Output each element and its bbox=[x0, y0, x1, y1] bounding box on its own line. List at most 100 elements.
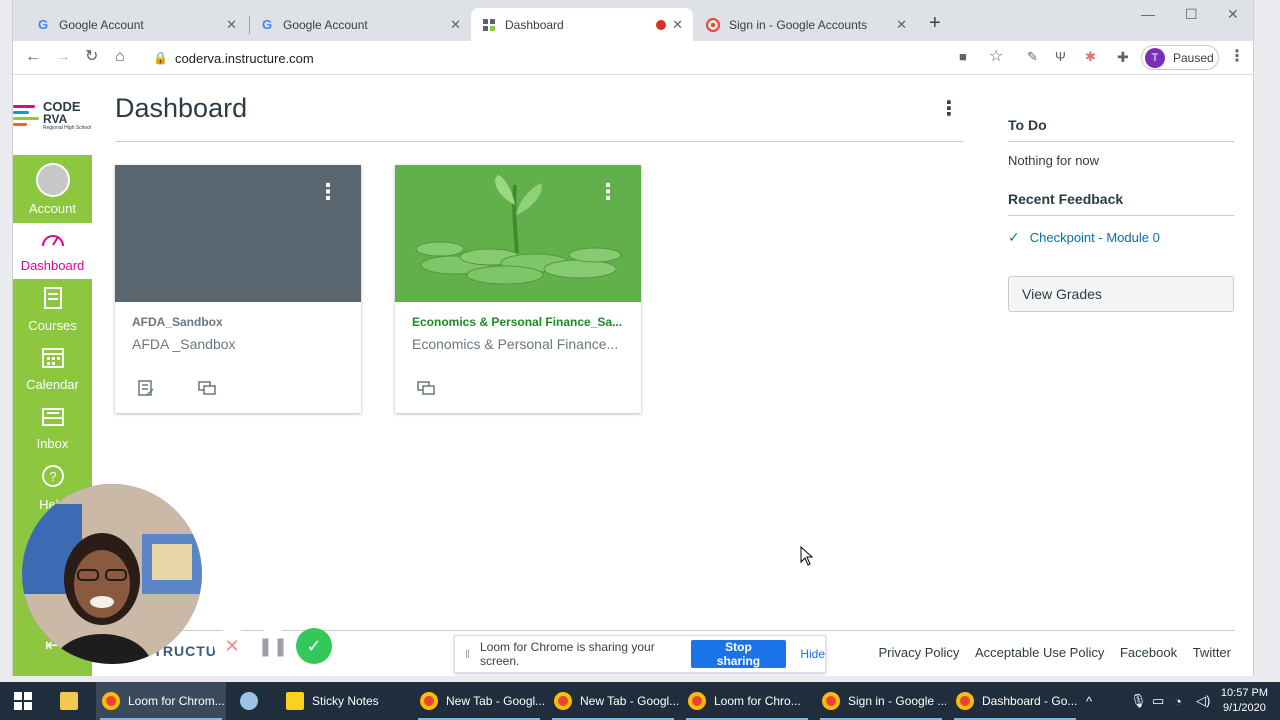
nav-item-courses[interactable]: Courses bbox=[13, 283, 92, 339]
tab-dashboard[interactable]: Dashboard ✕ bbox=[471, 8, 693, 41]
discussions-icon[interactable] bbox=[417, 379, 435, 401]
avatar-icon bbox=[35, 163, 70, 197]
card-subtitle: Economics & Personal Finance... bbox=[412, 336, 619, 352]
tab-strip: G Google Account ✕ G Google Account ✕ Da… bbox=[13, 0, 1253, 41]
browser-menu-icon[interactable]: ⋮ bbox=[1229, 48, 1245, 66]
logo-text-school: Regional High School bbox=[43, 125, 92, 131]
taskbar-app-icon[interactable] bbox=[234, 682, 270, 720]
close-icon[interactable]: ✕ bbox=[450, 17, 461, 33]
acceptable-use-link[interactable]: Acceptable Use Policy bbox=[975, 645, 1104, 660]
nav-label: Calendar bbox=[26, 377, 79, 392]
taskbar-sign-in[interactable]: Sign in - Google ... bbox=[816, 682, 946, 720]
loom-finish-button[interactable]: ✓ bbox=[296, 628, 332, 664]
card-hero[interactable]: ⋮ bbox=[395, 165, 641, 302]
webcam-feed-image bbox=[22, 484, 202, 664]
coderva-logo[interactable]: CODE RVA Regional High School bbox=[13, 75, 92, 155]
volume-icon[interactable]: ◁) bbox=[1196, 682, 1210, 720]
extensions-puzzle-icon[interactable]: ✚ bbox=[1117, 48, 1129, 66]
tray-chevron-icon[interactable]: ^ bbox=[1086, 682, 1092, 720]
nav-item-dashboard[interactable]: Dashboard bbox=[13, 223, 92, 279]
camera-icon[interactable]: ■ bbox=[959, 48, 967, 66]
loom-camera-bubble[interactable] bbox=[22, 484, 202, 664]
todo-empty-text: Nothing for now bbox=[1008, 153, 1100, 168]
card-options-icon[interactable]: ⋮ bbox=[317, 181, 339, 203]
back-icon[interactable]: ← bbox=[25, 48, 41, 66]
card-options-icon[interactable]: ⋮ bbox=[597, 181, 619, 203]
tab-google-account-2[interactable]: G Google Account ✕ bbox=[249, 8, 471, 41]
close-icon[interactable]: ✕ bbox=[896, 17, 907, 33]
nav-item-inbox[interactable]: Inbox bbox=[13, 401, 92, 457]
loom-extension-icon[interactable]: ✱ bbox=[1085, 48, 1096, 66]
feedback-divider bbox=[1008, 215, 1234, 216]
tab-google-account-1[interactable]: G Google Account ✕ bbox=[25, 8, 247, 41]
nav-item-account[interactable]: Account bbox=[13, 161, 92, 219]
card-subtitle: AFDA _Sandbox bbox=[132, 336, 236, 352]
tab-sign-in[interactable]: Sign in - Google Accounts ✕ bbox=[695, 8, 917, 41]
twitter-link[interactable]: Twitter bbox=[1193, 645, 1231, 660]
nav-item-calendar[interactable]: Calendar bbox=[13, 342, 92, 398]
card-title[interactable]: Economics & Personal Finance_Sa... bbox=[412, 315, 624, 329]
clock-date: 9/1/2020 bbox=[1223, 702, 1266, 714]
maximize-icon[interactable]: ☐ bbox=[1185, 6, 1198, 23]
wifi-icon[interactable]: ◔ bbox=[1174, 682, 1182, 720]
discussions-icon[interactable] bbox=[198, 379, 216, 401]
chrome-icon bbox=[554, 692, 572, 710]
system-clock[interactable]: 10:57 PM 9/1/2020 bbox=[1221, 686, 1268, 716]
share-message: Loom for Chrome is sharing your screen. bbox=[479, 640, 655, 668]
feedback-item-link[interactable]: ✓ Checkpoint - Module 0 bbox=[1008, 229, 1160, 246]
windows-start-icon[interactable] bbox=[14, 692, 32, 710]
profile-button[interactable]: T Paused bbox=[1141, 45, 1219, 70]
logo-text-rva: RVA bbox=[43, 112, 68, 126]
card-hero[interactable]: ⋮ bbox=[115, 165, 361, 302]
taskbar-loom-chrome-2[interactable]: Loom for Chro... bbox=[682, 682, 812, 720]
taskbar-sticky-notes[interactable]: Sticky Notes bbox=[280, 682, 406, 720]
home-icon[interactable]: ⌂ bbox=[115, 48, 125, 66]
feedback-heading: Recent Feedback bbox=[1008, 191, 1124, 207]
taskbar-new-tab-2[interactable]: New Tab - Googl... bbox=[548, 682, 678, 720]
taskbar-loom-chrome[interactable]: Loom for Chrom... bbox=[96, 682, 226, 720]
mouse-cursor-icon bbox=[800, 545, 814, 571]
new-tab-icon[interactable]: + bbox=[929, 13, 941, 33]
extension-antenna-icon[interactable]: Ψ bbox=[1055, 48, 1066, 66]
drag-handle-icon[interactable]: ‖ bbox=[465, 647, 470, 661]
courses-icon bbox=[13, 287, 92, 316]
close-icon[interactable]: ✕ bbox=[226, 17, 237, 33]
close-icon[interactable]: ✕ bbox=[672, 17, 683, 33]
lock-icon: 🔒 bbox=[153, 51, 168, 65]
forward-icon[interactable]: → bbox=[55, 48, 71, 66]
loom-cancel-button[interactable]: ✕ bbox=[214, 628, 250, 664]
taskbar-label: Sticky Notes bbox=[312, 694, 379, 708]
loom-more-icon[interactable]: ··· bbox=[186, 636, 200, 652]
checkmark-icon: ✓ bbox=[1008, 229, 1020, 245]
recording-dot-icon bbox=[656, 19, 667, 30]
minimize-icon[interactable]: — bbox=[1141, 6, 1155, 22]
assignments-icon[interactable] bbox=[137, 379, 155, 401]
facebook-link[interactable]: Facebook bbox=[1120, 645, 1177, 660]
taskbar-new-tab-1[interactable]: New Tab - Googl... bbox=[414, 682, 544, 720]
taskbar-dashboard[interactable]: Dashboard - Go... bbox=[950, 682, 1080, 720]
battery-icon[interactable]: ▭ bbox=[1152, 682, 1164, 720]
course-card-economics[interactable]: ⋮ Economics & Personal Finance_Sa... Eco… bbox=[395, 165, 641, 413]
window-close-icon[interactable]: ✕ bbox=[1227, 6, 1239, 23]
dashboard-options-icon[interactable]: ⋮ bbox=[939, 99, 959, 119]
extension-edit-icon[interactable]: ✎ bbox=[1027, 48, 1038, 66]
footer-links: Privacy Policy Acceptable Use Policy Fac… bbox=[866, 645, 1231, 660]
privacy-policy-link[interactable]: Privacy Policy bbox=[878, 645, 959, 660]
stop-sharing-button[interactable]: Stop sharing bbox=[690, 640, 787, 668]
reload-icon[interactable]: ↻ bbox=[85, 48, 98, 66]
screen-share-bar: ‖ Loom for Chrome is sharing your screen… bbox=[454, 635, 826, 673]
view-grades-button[interactable]: View Grades bbox=[1008, 276, 1234, 312]
windows-taskbar: Loom for Chrom... Sticky Notes New Tab -… bbox=[0, 682, 1280, 720]
hide-button[interactable]: Hide bbox=[800, 647, 825, 661]
calendar-icon bbox=[13, 346, 92, 375]
microphone-icon[interactable]: 🎙 bbox=[1130, 682, 1147, 720]
profile-status: Paused bbox=[1173, 50, 1214, 65]
card-title[interactable]: AFDA_Sandbox bbox=[132, 315, 344, 329]
address-bar[interactable]: 🔒 coderva.instructure.com bbox=[143, 44, 1005, 72]
file-explorer-icon[interactable] bbox=[54, 682, 86, 720]
tab-label: Dashboard bbox=[505, 17, 564, 32]
loom-pause-button[interactable]: ❚❚ bbox=[255, 628, 291, 664]
taskbar-label: Loom for Chro... bbox=[714, 694, 801, 708]
bookmark-star-icon[interactable]: ☆ bbox=[989, 48, 1003, 66]
course-card-afda[interactable]: ⋮ AFDA_Sandbox AFDA _Sandbox bbox=[115, 165, 361, 413]
